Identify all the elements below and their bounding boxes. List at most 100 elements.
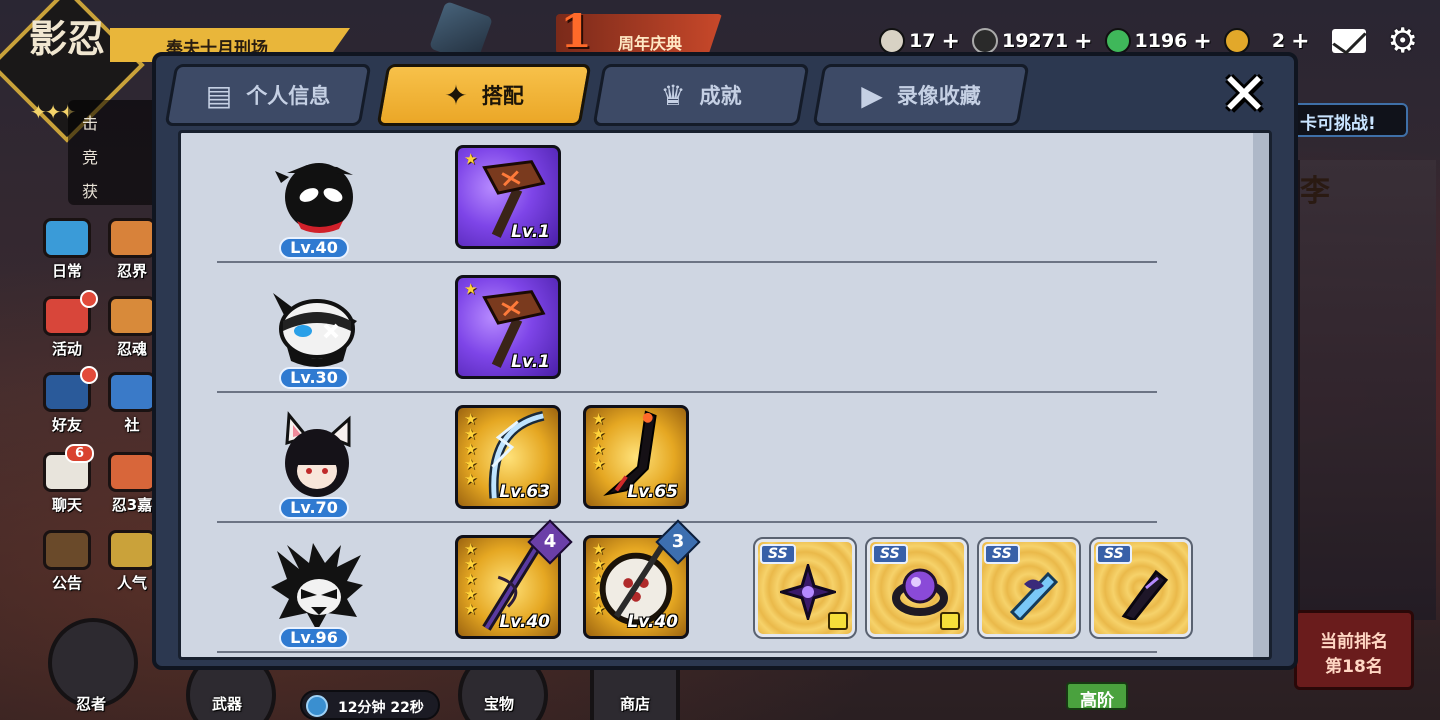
weapon-level: Lv.63: [499, 482, 550, 502]
weapon-level: Lv.40: [499, 612, 550, 632]
weapon-slot[interactable]: ★ ★ ★ ★ ★ Lv.40 3: [583, 519, 701, 639]
nav-label: 宝物: [484, 695, 515, 713]
mail-icon[interactable]: [1331, 29, 1366, 53]
tab-achievements[interactable]: ♛ 成就: [592, 64, 810, 126]
frost-scroll-icon: [1009, 571, 1059, 620]
add-icon[interactable]: +: [1074, 29, 1092, 54]
weapon-slot[interactable]: ★ ★ ★ ★ ★ Lv.40 4: [455, 519, 573, 639]
violet-ring-icon: [892, 568, 948, 616]
tab-loadout[interactable]: ✦ 搭配: [376, 64, 592, 126]
puzzle-icon: [940, 612, 960, 630]
puzzle-icon: [828, 612, 848, 630]
menu-label: 好友: [51, 416, 82, 434]
nav-label: 武器: [212, 695, 243, 713]
currency-riceball[interactable]: 17 +: [879, 28, 960, 54]
menu-label: 聊天: [51, 496, 82, 514]
treasure-slot[interactable]: SS: [1089, 537, 1193, 639]
tab-profile[interactable]: ▤ 个人信息: [164, 64, 372, 126]
notice-icon: [43, 530, 91, 570]
anniversary-label: 周年庆典: [618, 34, 683, 53]
rarity-tag: SS: [872, 544, 908, 564]
rank-value: 第18名: [1325, 657, 1383, 677]
menu-label: 公告: [51, 574, 82, 592]
bullet-item: 击: [82, 114, 99, 133]
tab-label: 录像收藏: [896, 84, 981, 108]
coin-icon: [971, 28, 998, 54]
clock-icon: [306, 695, 328, 717]
void-blade-icon: [1121, 569, 1169, 620]
popularity-icon: [108, 530, 156, 570]
loadout-list[interactable]: Lv.40 ★ Lv.1 Lv.30 ★ Lv.1 Lv.70 ★ ★ ★ ★ …: [178, 130, 1272, 660]
black-masked-ninja-avatar[interactable]: [267, 151, 367, 243]
tab-label: 搭配: [481, 84, 524, 108]
book-icon: [108, 218, 156, 258]
fox-girl-avatar[interactable]: [267, 411, 367, 503]
tab-label: 成就: [699, 84, 742, 108]
gold-pin-icon: [1223, 28, 1250, 54]
scroll-character: 李: [1300, 174, 1330, 209]
add-icon[interactable]: +: [1193, 29, 1211, 54]
loadout-row: Lv.96 ★ ★ ★ ★ ★ Lv.40 4 ★ ★ ★ ★ ★ Lv.40 …: [181, 519, 1269, 653]
weapon-slot[interactable]: ★ ★ ★ ★ ★ Lv.63: [455, 405, 561, 509]
row-divider: [217, 651, 1157, 653]
rank-panel[interactable]: 当前排名 第18名: [1294, 610, 1414, 690]
gear-icon[interactable]: ⚙: [1388, 21, 1418, 61]
loadout-row: Lv.40 ★ Lv.1: [181, 133, 1269, 263]
currency-value: 17: [909, 30, 936, 52]
add-icon[interactable]: +: [1291, 29, 1309, 54]
menu-chat[interactable]: 6 聊天: [32, 444, 102, 515]
shuriken-icon: ✦: [444, 78, 468, 112]
weapon-level: Lv.40: [627, 612, 678, 632]
community-icon: [108, 372, 156, 412]
currency-gold-pin[interactable]: 2 +: [1223, 28, 1310, 54]
close-button[interactable]: ✕: [1214, 64, 1274, 124]
currency-value: 19271: [1001, 30, 1069, 52]
treasure-slot[interactable]: SS: [753, 537, 857, 639]
menu-activity[interactable]: 活动: [32, 290, 102, 359]
weapon-slot[interactable]: ★ ★ ★ ★ Lv.65: [583, 405, 689, 509]
menu-daily[interactable]: 日常: [32, 218, 102, 281]
treasure-slot[interactable]: SS: [865, 537, 969, 639]
currency-value: 1196: [1134, 30, 1188, 52]
panda-ninja-avatar[interactable]: [267, 281, 367, 373]
character-level: Lv.96: [279, 627, 349, 649]
weapon-slot[interactable]: ★ Lv.1: [455, 145, 561, 249]
rank-label: 当前排名: [1320, 632, 1388, 652]
wolf-ninja-avatar[interactable]: [267, 541, 367, 633]
menu-label: 日常: [51, 262, 82, 280]
anniversary-number: 1: [560, 4, 593, 58]
shadow-shuriken-icon: [780, 564, 836, 620]
menu-notice[interactable]: 公告: [32, 530, 102, 593]
riceball-icon: [879, 28, 906, 54]
weapon-level: Lv.1: [511, 222, 550, 242]
menu-friends[interactable]: 好友: [32, 366, 102, 435]
scroll-icon: [43, 218, 91, 258]
event-icon: [108, 452, 156, 492]
play-icon: ▶: [861, 78, 883, 112]
tier-tag: 高阶: [1066, 682, 1128, 711]
character-level: Lv.30: [279, 367, 349, 389]
weapon-slot[interactable]: ★ Lv.1: [455, 275, 561, 379]
rarity-tag: SS: [1096, 544, 1132, 564]
challenge-notice[interactable]: 卡可挑战!: [1282, 103, 1408, 137]
tab-replays[interactable]: ▶ 录像收藏: [812, 64, 1030, 126]
trophy-icon: ♛: [660, 78, 686, 112]
add-icon[interactable]: +: [942, 29, 960, 54]
rarity-tag: SS: [760, 544, 796, 564]
chat-count-badge: 6: [64, 444, 94, 463]
character-level: Lv.70: [279, 497, 349, 519]
loadout-row: Lv.30 ★ Lv.1: [181, 263, 1269, 393]
weapon-level: Lv.1: [511, 352, 550, 372]
treasure-slot[interactable]: SS: [977, 537, 1081, 639]
currency-coin[interactable]: 19271 +: [971, 28, 1093, 54]
rarity-tag: SS: [984, 544, 1020, 564]
weapon-level: Lv.65: [627, 482, 678, 502]
notification-dot: [80, 290, 98, 308]
tab-label: 个人信息: [246, 84, 331, 108]
notification-dot: [80, 366, 98, 384]
refresh-timer: 12分钟 22秒: [300, 690, 440, 720]
game-logo: 影忍: [28, 16, 105, 61]
timer-text: 12分钟 22秒: [338, 700, 424, 716]
nav-label: 忍者: [76, 695, 107, 713]
currency-jade[interactable]: 1196 +: [1104, 28, 1212, 54]
